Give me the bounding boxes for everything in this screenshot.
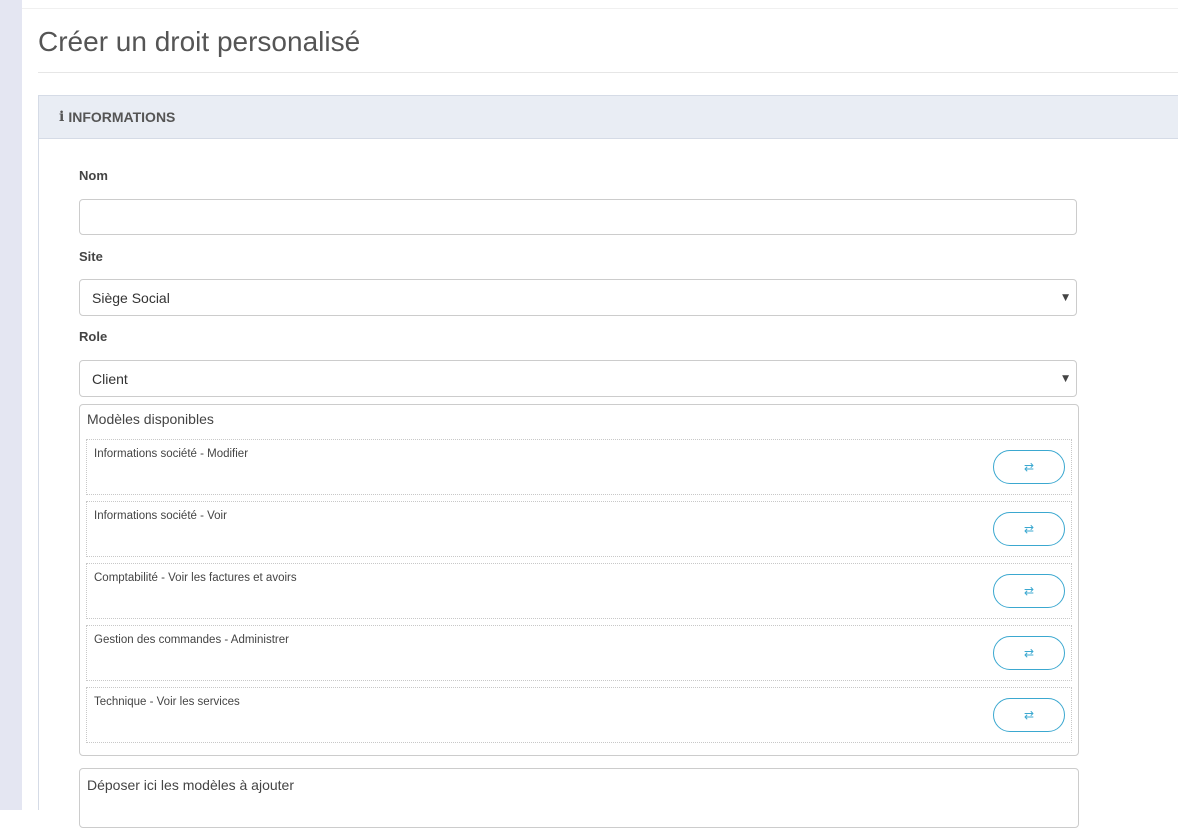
available-models-title: Modèles disponibles	[87, 411, 214, 427]
model-item[interactable]: Informations société - Modifier ⇄	[86, 439, 1072, 495]
move-model-button[interactable]: ⇄	[993, 512, 1065, 546]
model-item-label: Comptabilité - Voir les factures et avoi…	[94, 572, 297, 584]
info-icon: i	[59, 109, 65, 125]
drop-zone[interactable]: Déposer ici les modèles à ajouter	[79, 768, 1079, 828]
move-model-button[interactable]: ⇄	[993, 698, 1065, 732]
move-model-button[interactable]: ⇄	[993, 574, 1065, 608]
nom-label: Nom	[79, 168, 108, 183]
swap-icon: ⇄	[1023, 460, 1035, 474]
panel-header: i INFORMATIONS	[39, 96, 1178, 139]
panel-header-title: INFORMATIONS	[68, 109, 176, 125]
model-item-label: Technique - Voir les services	[94, 696, 240, 708]
move-model-button[interactable]: ⇄	[993, 636, 1065, 670]
page-title: Créer un droit personalisé	[38, 26, 361, 57]
model-item-label: Informations société - Voir	[94, 510, 227, 522]
role-label: Role	[79, 329, 108, 344]
informations-panel: i INFORMATIONS Nom Site Siège Social ▼ R…	[38, 95, 1178, 828]
available-models-box: Modèles disponibles Informations société…	[79, 404, 1079, 756]
swap-icon: ⇄	[1023, 584, 1035, 598]
left-sidebar-rail	[0, 0, 22, 810]
model-item[interactable]: Technique - Voir les services ⇄	[86, 687, 1072, 743]
swap-icon: ⇄	[1023, 646, 1035, 660]
site-select-value: Siège Social	[92, 289, 170, 306]
top-divider	[22, 8, 1178, 9]
nom-input[interactable]	[79, 199, 1077, 235]
model-item[interactable]: Gestion des commandes - Administrer ⇄	[86, 625, 1072, 681]
swap-icon: ⇄	[1023, 708, 1035, 722]
move-model-button[interactable]: ⇄	[993, 450, 1065, 484]
model-item[interactable]: Comptabilité - Voir les factures et avoi…	[86, 563, 1072, 619]
model-item-label: Informations société - Modifier	[94, 448, 249, 460]
role-select-value: Client	[92, 370, 128, 387]
role-select[interactable]: Client ▼	[79, 360, 1077, 397]
site-label: Site	[79, 249, 103, 264]
title-divider	[38, 72, 1178, 73]
chevron-down-icon: ▼	[1062, 373, 1069, 384]
swap-icon: ⇄	[1023, 522, 1035, 536]
site-select[interactable]: Siège Social ▼	[79, 279, 1077, 316]
model-item-label: Gestion des commandes - Administrer	[94, 634, 289, 646]
model-item[interactable]: Informations société - Voir ⇄	[86, 501, 1072, 557]
chevron-down-icon: ▼	[1062, 292, 1069, 303]
drop-zone-label: Déposer ici les modèles à ajouter	[87, 777, 294, 793]
